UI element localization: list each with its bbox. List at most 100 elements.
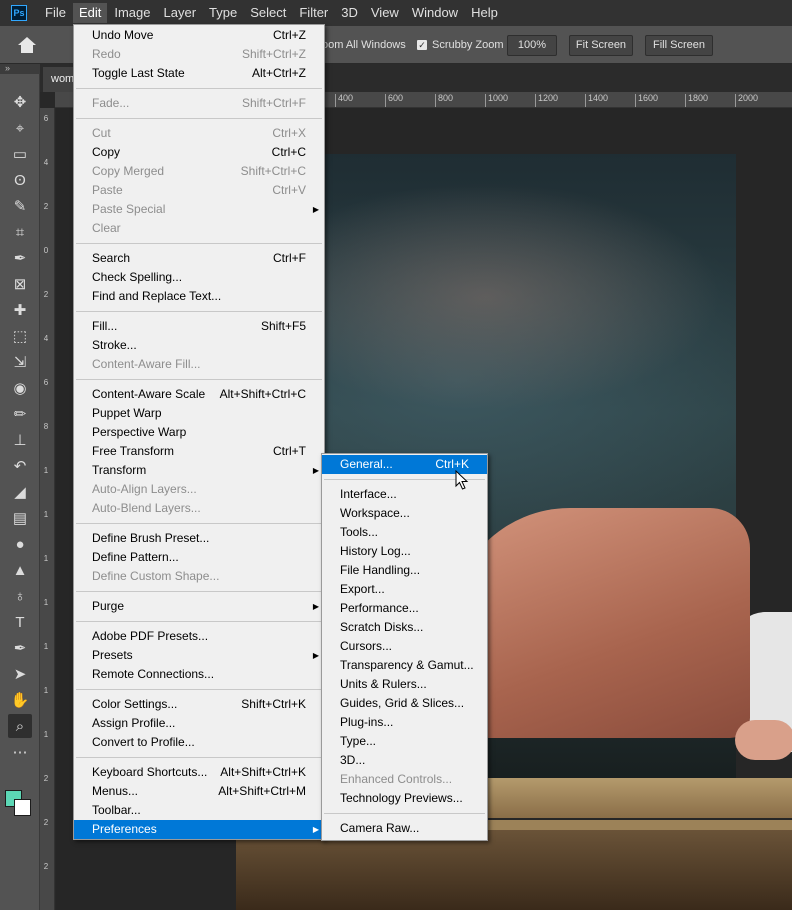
path-select-icon[interactable]: ➤	[8, 662, 32, 686]
ruler-tick-label: 1200	[535, 94, 558, 107]
pref-menu-item-tools[interactable]: Tools...	[322, 523, 487, 542]
edit-menu-item-toggle-last-state[interactable]: Toggle Last State Alt+Ctrl+Z	[74, 64, 324, 83]
pref-menu-item-type[interactable]: Type...	[322, 732, 487, 751]
menu-edit[interactable]: Edit	[72, 3, 108, 23]
pref-menu-item-performance[interactable]: Performance...	[322, 599, 487, 618]
eyedropper-icon[interactable]: ✒	[8, 246, 32, 270]
submenu-arrow-icon: ▶	[312, 651, 319, 660]
scrubby-zoom-label[interactable]: Scrubby Zoom	[432, 39, 504, 51]
patch-icon[interactable]: ⬚	[8, 324, 32, 348]
menu-layer[interactable]: Layer	[158, 3, 203, 23]
zoom-100-button[interactable]: 100%	[507, 35, 557, 56]
menu-3d[interactable]: 3D	[335, 3, 364, 23]
edit-menu-item-search[interactable]: Search Ctrl+F	[74, 249, 324, 268]
menu-window[interactable]: Window	[406, 3, 464, 23]
sharpen-icon[interactable]: ▲	[8, 558, 32, 582]
eraser-icon[interactable]: ◢	[8, 480, 32, 504]
move-icon[interactable]: ✥	[8, 90, 32, 114]
more-icon[interactable]: ⋯	[8, 740, 32, 764]
pref-menu-item-cursors[interactable]: Cursors...	[322, 637, 487, 656]
panel-collapse-strip[interactable]: »	[0, 64, 40, 74]
spot-heal-icon[interactable]: ✚	[8, 298, 32, 322]
edit-menu-item-transform[interactable]: Transform ▶	[74, 461, 324, 480]
edit-menu-item-preferences[interactable]: Preferences ▶	[74, 820, 324, 839]
vertical-ruler[interactable]: 6 4 2 0 2 4 6 8 1 1 1 1 1 1 1 2 2 2	[40, 108, 55, 910]
red-eye-icon[interactable]: ◉	[8, 376, 32, 400]
frame-icon[interactable]: ⊠	[8, 272, 32, 296]
scrubby-zoom-checkbox[interactable]: ✓	[417, 40, 427, 50]
edit-menu-item-perspective-warp[interactable]: Perspective Warp	[74, 423, 324, 442]
dodge-icon[interactable]: ♁	[8, 584, 32, 608]
pref-menu-item-3d[interactable]: 3D...	[322, 751, 487, 770]
home-icon[interactable]	[18, 37, 36, 53]
zoom-icon[interactable]: ⌕	[8, 714, 32, 738]
pref-menu-item-camera-raw[interactable]: Camera Raw...	[322, 819, 487, 838]
menu-item-label: Free Transform	[92, 444, 175, 458]
pen-icon[interactable]: ✒	[8, 636, 32, 660]
stamp-icon[interactable]: ⊥	[8, 428, 32, 452]
pref-menu-item-history-log[interactable]: History Log...	[322, 542, 487, 561]
pref-menu-item-export[interactable]: Export...	[322, 580, 487, 599]
zoom-all-windows-label[interactable]: oom All Windows	[322, 39, 406, 51]
edit-menu-item-content-aware-scale[interactable]: Content-Aware Scale Alt+Shift+Ctrl+C	[74, 385, 324, 404]
menu-select[interactable]: Select	[244, 3, 292, 23]
content-aware-icon[interactable]: ⇲	[8, 350, 32, 374]
edit-menu-item-stroke[interactable]: Stroke...	[74, 336, 324, 355]
artboard-icon[interactable]: ⌖	[8, 116, 32, 140]
edit-menu-item-copy[interactable]: Copy Ctrl+C	[74, 143, 324, 162]
edit-menu-item-define-pattern[interactable]: Define Pattern...	[74, 548, 324, 567]
menu-item-label: Toggle Last State	[92, 66, 185, 80]
edit-menu-item-fill[interactable]: Fill... Shift+F5	[74, 317, 324, 336]
edit-menu-item-remote-connections[interactable]: Remote Connections...	[74, 665, 324, 684]
photoshop-logo-icon[interactable]: Ps	[11, 5, 27, 21]
edit-menu-item-check-spelling[interactable]: Check Spelling...	[74, 268, 324, 287]
menu-filter[interactable]: Filter	[293, 3, 334, 23]
edit-menu-item-menus[interactable]: Menus... Alt+Shift+Ctrl+M	[74, 782, 324, 801]
edit-menu-item-find-and-replace-text[interactable]: Find and Replace Text...	[74, 287, 324, 306]
edit-menu-item-keyboard-shortcuts[interactable]: Keyboard Shortcuts... Alt+Shift+Ctrl+K	[74, 763, 324, 782]
quick-select-icon[interactable]: ✎	[8, 194, 32, 218]
edit-menu-item-assign-profile[interactable]: Assign Profile...	[74, 714, 324, 733]
edit-menu-item-puppet-warp[interactable]: Puppet Warp	[74, 404, 324, 423]
fit-screen-button[interactable]: Fit Screen	[569, 35, 633, 56]
menu-item-label: Transform	[92, 463, 147, 477]
edit-menu-item-convert-to-profile[interactable]: Convert to Profile...	[74, 733, 324, 752]
ruler-tick-label: 1	[43, 686, 49, 695]
history-brush-icon[interactable]: ↶	[8, 454, 32, 478]
hand-icon[interactable]: ✋	[8, 688, 32, 712]
menu-view[interactable]: View	[365, 3, 405, 23]
pref-menu-item-plug-ins[interactable]: Plug-ins...	[322, 713, 487, 732]
menu-item-shortcut: Alt+Ctrl+Z	[251, 66, 306, 80]
brush-icon[interactable]: ✏	[8, 402, 32, 426]
edit-menu-item-define-brush-preset[interactable]: Define Brush Preset...	[74, 529, 324, 548]
pref-menu-item-guides-grid-and-slices[interactable]: Guides, Grid & Slices...	[322, 694, 487, 713]
menu-item-label: Menus...	[92, 784, 139, 798]
fill-screen-button[interactable]: Fill Screen	[645, 35, 713, 56]
pref-menu-item-units-and-rulers[interactable]: Units & Rulers...	[322, 675, 487, 694]
pref-menu-item-workspace[interactable]: Workspace...	[322, 504, 487, 523]
pref-menu-item-technology-previews[interactable]: Technology Previews...	[322, 789, 487, 808]
pref-menu-item-transparency-and-gamut[interactable]: Transparency & Gamut...	[322, 656, 487, 675]
edit-menu-item-adobe-pdf-presets[interactable]: Adobe PDF Presets...	[74, 627, 324, 646]
edit-menu-item-auto-align-layers: Auto-Align Layers...	[74, 480, 324, 499]
crop-icon[interactable]: ⌗	[8, 220, 32, 244]
menu-image[interactable]: Image	[108, 3, 156, 23]
background-color-swatch[interactable]	[14, 799, 31, 816]
type-icon[interactable]: T	[8, 610, 32, 634]
ruler-tick-label: 1	[43, 554, 49, 563]
pref-menu-item-scratch-disks[interactable]: Scratch Disks...	[322, 618, 487, 637]
menu-help[interactable]: Help	[465, 3, 504, 23]
edit-menu-item-toolbar[interactable]: Toolbar...	[74, 801, 324, 820]
edit-menu-item-free-transform[interactable]: Free Transform Ctrl+T	[74, 442, 324, 461]
edit-menu-item-presets[interactable]: Presets ▶	[74, 646, 324, 665]
edit-menu-item-undo-move[interactable]: Undo Move Ctrl+Z	[74, 26, 324, 45]
menu-file[interactable]: File	[39, 3, 72, 23]
pref-menu-item-file-handling[interactable]: File Handling...	[322, 561, 487, 580]
edit-menu-item-color-settings[interactable]: Color Settings... Shift+Ctrl+K	[74, 695, 324, 714]
blur-icon[interactable]: ●	[8, 532, 32, 556]
menu-type[interactable]: Type	[203, 3, 243, 23]
gradient-icon[interactable]: ▤	[8, 506, 32, 530]
edit-menu-item-purge[interactable]: Purge ▶	[74, 597, 324, 616]
marquee-icon[interactable]: ▭	[8, 142, 32, 166]
lasso-icon[interactable]: ʘ	[8, 168, 32, 192]
